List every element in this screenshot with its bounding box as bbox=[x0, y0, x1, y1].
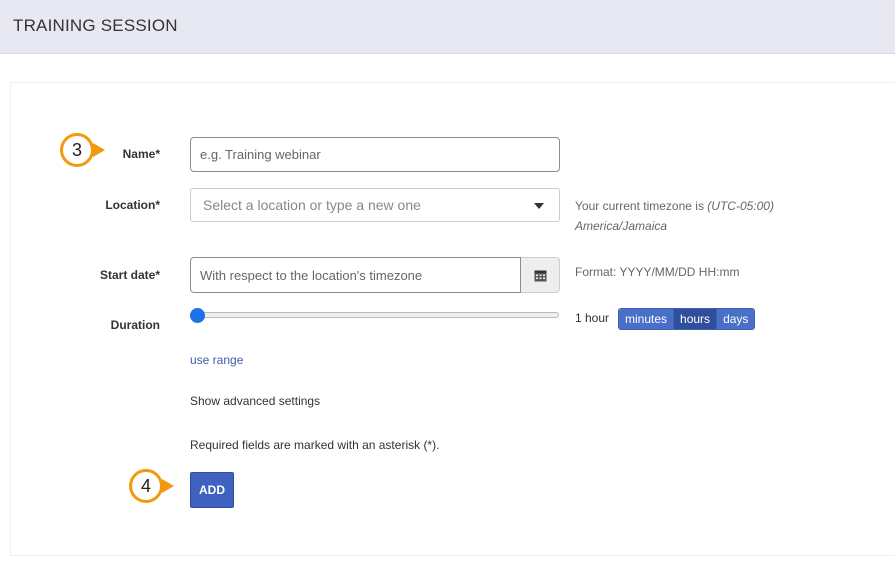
unit-minutes-button[interactable]: minutes bbox=[619, 309, 675, 329]
add-button[interactable]: ADD bbox=[190, 472, 234, 508]
duration-unit-toggle: minutes hours days bbox=[618, 308, 756, 330]
timezone-prefix: Your current timezone is bbox=[575, 199, 704, 213]
location-placeholder: Select a location or type a new one bbox=[203, 197, 421, 213]
name-placeholder: e.g. Training webinar bbox=[200, 147, 321, 162]
calendar-icon bbox=[534, 270, 546, 281]
timezone-name: America/Jamaica bbox=[575, 219, 668, 233]
page-title: TRAINING SESSION bbox=[13, 16, 178, 35]
callout-step-3: 3 bbox=[60, 133, 105, 167]
start-date-placeholder: With respect to the location's timezone bbox=[200, 267, 423, 283]
timezone-hint: Your current timezone is (UTC-05:00) Ame… bbox=[575, 196, 774, 236]
duration-value: 1 hour bbox=[575, 311, 610, 325]
duration-label: Duration bbox=[110, 318, 160, 332]
page-header: TRAINING SESSION bbox=[0, 0, 895, 54]
location-label: Location* bbox=[105, 198, 160, 212]
chevron-down-icon bbox=[534, 203, 544, 209]
timezone-offset: (UTC-05:00) bbox=[707, 199, 774, 213]
callout-circle: 4 bbox=[129, 469, 163, 503]
show-advanced-settings[interactable]: Show advanced settings bbox=[190, 394, 320, 408]
name-input[interactable]: e.g. Training webinar bbox=[190, 137, 560, 172]
callout-arrow-icon bbox=[93, 143, 105, 157]
required-fields-note: Required fields are marked with an aster… bbox=[190, 438, 440, 452]
callout-step-4: 4 bbox=[129, 469, 174, 503]
duration-slider-handle[interactable] bbox=[190, 308, 205, 323]
location-select[interactable]: Select a location or type a new one bbox=[190, 188, 560, 222]
unit-days-button[interactable]: days bbox=[717, 309, 755, 329]
start-date-label: Start date* bbox=[99, 268, 160, 282]
use-range-link[interactable]: use range bbox=[190, 353, 243, 367]
format-hint: Format: YYYY/MM/DD HH:mm bbox=[575, 265, 740, 279]
callout-circle: 3 bbox=[60, 133, 94, 167]
callout-arrow-icon bbox=[162, 479, 174, 493]
duration-slider-track[interactable] bbox=[190, 312, 559, 318]
start-date-input[interactable]: With respect to the location's timezone bbox=[190, 257, 521, 293]
calendar-button[interactable] bbox=[521, 257, 560, 293]
unit-hours-button[interactable]: hours bbox=[674, 309, 718, 329]
